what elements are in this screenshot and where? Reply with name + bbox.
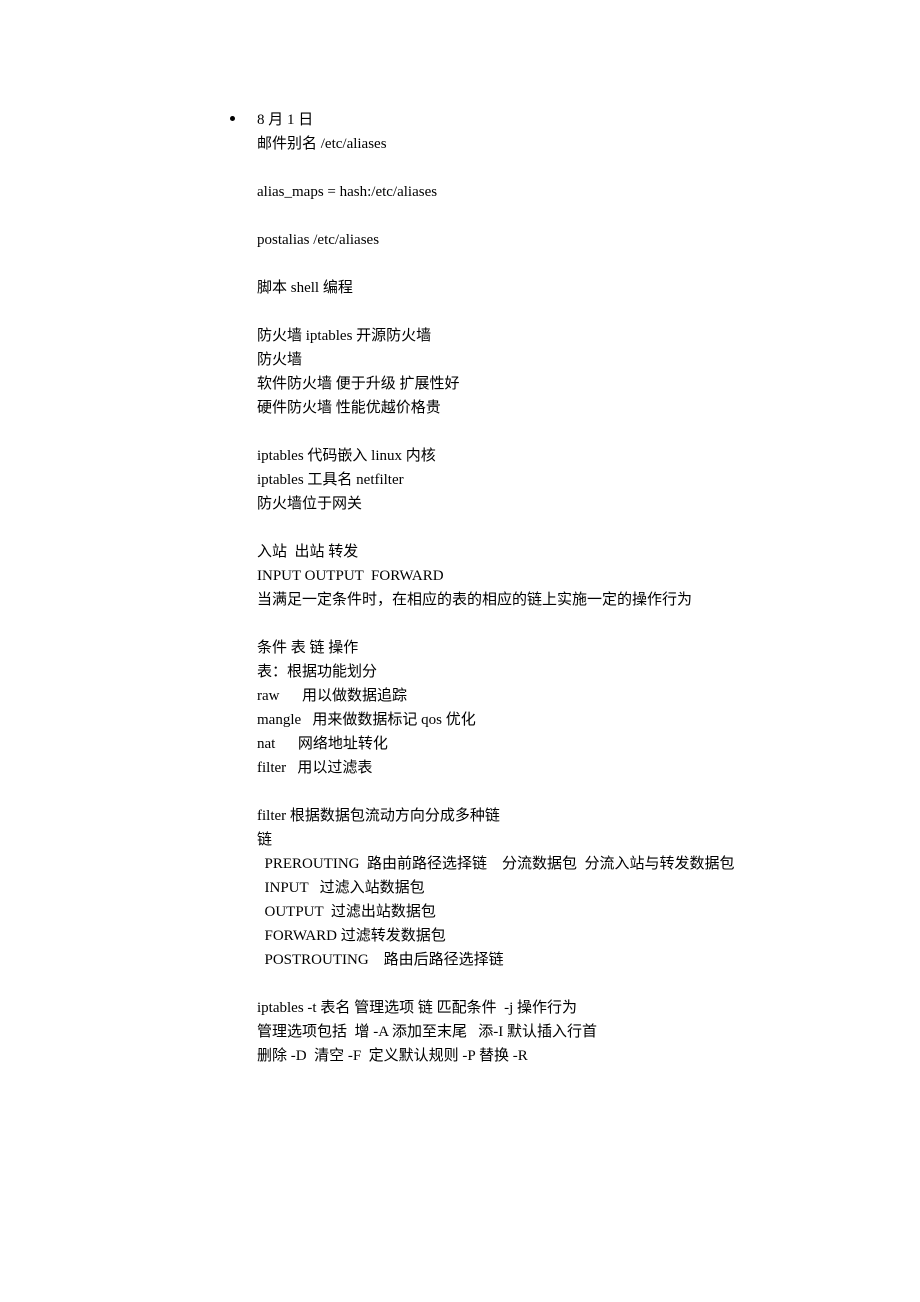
blank-line — [257, 612, 800, 636]
text-line: INPUT 过滤入站数据包 — [257, 876, 800, 900]
document-body: 8 月 1 日 邮件别名 /etc/aliases alias_maps = h… — [0, 108, 920, 1068]
blank-line — [257, 300, 800, 324]
text-line: mangle 用来做数据标记 qos 优化 — [257, 708, 800, 732]
text-line: postalias /etc/aliases — [257, 228, 800, 252]
blank-line — [257, 780, 800, 804]
blank-line — [257, 972, 800, 996]
blank-line — [257, 420, 800, 444]
text-line: 防火墙 — [257, 348, 800, 372]
text-line: 管理选项包括 增 -A 添加至末尾 添-I 默认插入行首 — [257, 1020, 800, 1044]
blank-line — [257, 204, 800, 228]
text-line: INPUT OUTPUT FORWARD — [257, 564, 800, 588]
text-line: 当满足一定条件时，在相应的表的相应的链上实施一定的操作行为 — [257, 588, 800, 612]
text-line: iptables -t 表名 管理选项 链 匹配条件 -j 操作行为 — [257, 996, 800, 1020]
blank-line — [257, 516, 800, 540]
text-line: 链 — [257, 828, 800, 852]
text-line: 软件防火墙 便于升级 扩展性好 — [257, 372, 800, 396]
text-line: filter 根据数据包流动方向分成多种链 — [257, 804, 800, 828]
text-line: 入站 出站 转发 — [257, 540, 800, 564]
text-line: 脚本 shell 编程 — [257, 276, 800, 300]
text-line: alias_maps = hash:/etc/aliases — [257, 180, 800, 204]
text-line: iptables 工具名 netfilter — [257, 468, 800, 492]
text-line: 表：根据功能划分 — [257, 660, 800, 684]
text-line: POSTROUTING 路由后路径选择链 — [257, 948, 800, 972]
text-line: 删除 -D 清空 -F 定义默认规则 -P 替换 -R — [257, 1044, 800, 1068]
text-line: 硬件防火墙 性能优越价格贵 — [257, 396, 800, 420]
bullet-item: 8 月 1 日 — [257, 108, 800, 132]
blank-line — [257, 156, 800, 180]
text-line: raw 用以做数据追踪 — [257, 684, 800, 708]
text-line: OUTPUT 过滤出站数据包 — [257, 900, 800, 924]
text-line: 防火墙位于网关 — [257, 492, 800, 516]
text-line: FORWARD 过滤转发数据包 — [257, 924, 800, 948]
blank-line — [257, 252, 800, 276]
text-line: filter 用以过滤表 — [257, 756, 800, 780]
text-line: 防火墙 iptables 开源防火墙 — [257, 324, 800, 348]
text-line: nat 网络地址转化 — [257, 732, 800, 756]
text-line: iptables 代码嵌入 linux 内核 — [257, 444, 800, 468]
bullet-marker — [230, 116, 235, 121]
date-line: 8 月 1 日 — [257, 108, 800, 132]
text-line: 邮件别名 /etc/aliases — [257, 132, 800, 156]
text-line: PREROUTING 路由前路径选择链 分流数据包 分流入站与转发数据包 — [257, 852, 800, 876]
text-line: 条件 表 链 操作 — [257, 636, 800, 660]
